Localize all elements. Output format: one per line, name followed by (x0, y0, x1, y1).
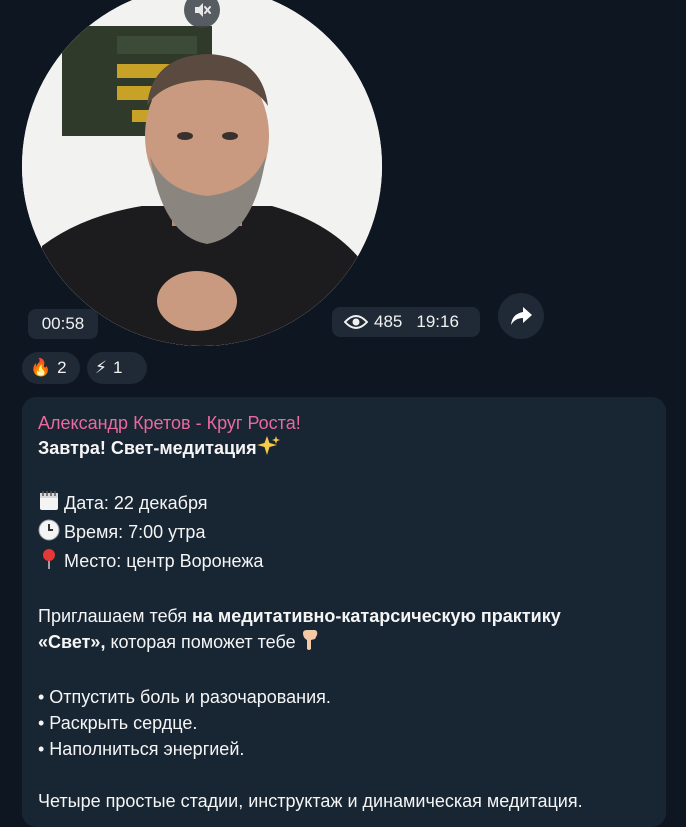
pointing-down-icon (300, 629, 320, 658)
closing-text: Четыре простые стадии, инструктаж и дина… (38, 791, 583, 811)
invite-start: Приглашаем тебя (38, 606, 193, 626)
sparkles-icon (256, 435, 281, 464)
message-bubble: Александр Кретов - Круг Роста! Завтра! С… (22, 397, 666, 827)
invite-line-1: Приглашаем тебя на медитативно-катарсиче… (38, 603, 650, 629)
fire-icon: 🔥 (30, 358, 52, 377)
share-icon (511, 307, 532, 325)
invite-end: которая поможет тебе (105, 632, 296, 652)
video-frame-image (22, 0, 382, 346)
reaction-count: 2 (57, 358, 67, 377)
views-and-time: 485 19:16 (332, 307, 480, 337)
bullet-item: • Наполниться энергией. (38, 739, 245, 759)
lightning-icon: ⚡ (95, 358, 107, 377)
date-line: Дата: 22 декабря (38, 490, 650, 519)
time-text: Время: 7:00 утра (64, 522, 206, 542)
views-count: 485 (374, 312, 403, 331)
mute-icon (195, 3, 211, 17)
share-button[interactable] (498, 293, 544, 339)
video-duration: 00:58 (28, 309, 98, 339)
place-text: Место: центр Воронежа (64, 551, 264, 571)
date-text: Дата: 22 декабря (64, 493, 208, 513)
message-time: 19:16 (416, 312, 459, 331)
calendar-icon (38, 490, 60, 519)
pin-icon (38, 548, 60, 577)
sender-name[interactable]: Александр Кретов - Круг Роста! (38, 411, 650, 435)
bullet-item: • Раскрыть сердце. (38, 713, 198, 733)
invite-practice: на медитативно-катарсическую практику (192, 606, 561, 626)
reaction-count: 1 (112, 358, 123, 377)
eye-icon (344, 314, 368, 330)
invite-line-2: «Свет», которая поможет тебе (38, 629, 650, 658)
time-line: Время: 7:00 утра (38, 519, 650, 548)
place-line: Место: центр Воронежа (38, 548, 650, 577)
title-text: Завтра! Свет-медитация (38, 438, 257, 458)
bullet-item: • Отпустить боль и разочарования. (38, 687, 331, 707)
message-title: Завтра! Свет-медитация (38, 435, 650, 464)
reaction-fire[interactable]: 🔥 2 (22, 352, 80, 384)
reaction-lightning[interactable]: ⚡ 1 (87, 352, 147, 384)
invite-name: «Свет», (38, 632, 106, 652)
video-note[interactable] (22, 0, 382, 346)
clock-icon (38, 519, 60, 548)
